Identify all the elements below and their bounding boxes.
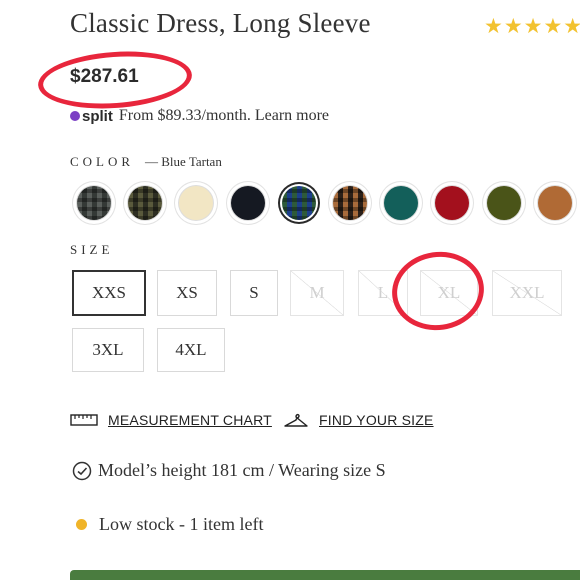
color-swatch-cream[interactable] xyxy=(179,186,214,220)
installment-row[interactable]: split From $89.33/month. Learn more xyxy=(70,104,329,128)
color-swatch-black[interactable] xyxy=(230,186,265,220)
stock-status: Low stock - 1 item left xyxy=(76,514,263,535)
check-circle-icon xyxy=(72,461,92,480)
size-option-4xl[interactable]: 4XL xyxy=(157,328,225,372)
color-swatch-caramel[interactable] xyxy=(537,186,572,220)
color-swatch-olive-tartan[interactable] xyxy=(128,186,163,220)
rating-stars[interactable]: ★★★★★ xyxy=(484,14,580,39)
model-info: Model’s height 181 cm / Wearing size S xyxy=(72,460,386,481)
size-option-3xl[interactable]: 3XL xyxy=(72,328,144,372)
size-option-s[interactable]: S xyxy=(230,270,278,316)
size-label: SIZE xyxy=(70,242,114,257)
hanger-icon xyxy=(284,413,308,427)
color-swatch-red[interactable] xyxy=(435,186,470,220)
color-swatch-blue-tartan[interactable] xyxy=(281,186,316,220)
split-logo-text: split xyxy=(82,107,113,125)
size-option-xxl: XXL xyxy=(492,270,562,316)
size-option-xs[interactable]: XS xyxy=(157,270,217,316)
find-your-size-link[interactable]: FIND YOUR SIZE xyxy=(283,412,434,428)
model-info-text: Model’s height 181 cm / Wearing size S xyxy=(98,460,386,480)
add-to-cart-button[interactable] xyxy=(70,570,580,580)
size-option-m: M xyxy=(290,270,344,316)
installment-text[interactable]: From $89.33/month. Learn more xyxy=(119,107,329,125)
measurement-chart-label[interactable]: MEASUREMENT CHART xyxy=(108,412,272,428)
find-your-size-label[interactable]: FIND YOUR SIZE xyxy=(319,412,434,428)
color-swatch-olive[interactable] xyxy=(486,186,521,220)
stock-indicator-icon xyxy=(76,519,87,530)
product-title: Classic Dress, Long Sleeve xyxy=(70,8,371,38)
size-option-xxs[interactable]: XXS xyxy=(72,270,146,316)
split-logo: split xyxy=(70,108,113,125)
color-label: COLOR xyxy=(70,154,135,169)
color-swatch-brown-tartan[interactable] xyxy=(333,186,367,220)
color-swatch-grey-tartan[interactable] xyxy=(77,186,111,220)
ruler-icon xyxy=(70,414,98,426)
stock-text: Low stock - 1 item left xyxy=(99,514,264,534)
measurement-chart-link[interactable]: MEASUREMENT CHART xyxy=(70,412,272,428)
annotation-circle-xl xyxy=(387,245,489,337)
color-selected-value: — Blue Tartan xyxy=(145,154,222,169)
color-swatch-teal[interactable] xyxy=(384,186,419,220)
split-logo-icon xyxy=(70,111,80,121)
